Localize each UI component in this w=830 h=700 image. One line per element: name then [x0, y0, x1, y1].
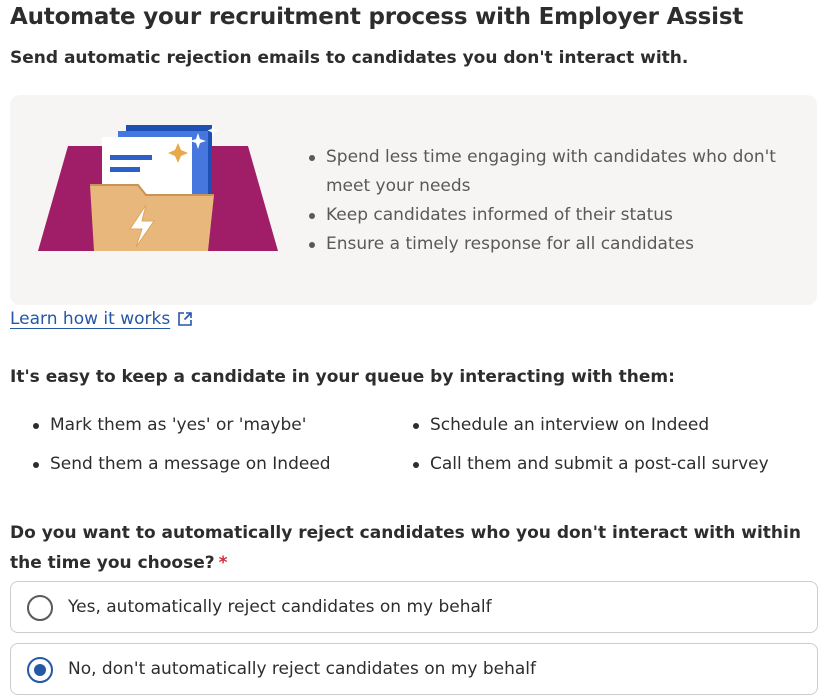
doc-line-1 — [110, 155, 152, 160]
learn-how-it-works-link[interactable]: Learn how it works — [10, 309, 193, 329]
benefit-item: Spend less time engaging with candidates… — [306, 143, 776, 201]
auto-reject-question: Do you want to automatically reject cand… — [10, 518, 810, 578]
required-marker: * — [218, 553, 228, 573]
radio-button-unselected[interactable] — [27, 595, 53, 621]
interaction-item: Call them and submit a post-call survey — [410, 454, 769, 474]
interaction-item: Schedule an interview on Indeed — [410, 415, 709, 435]
benefit-item: Keep candidates informed of their status — [306, 201, 776, 230]
learn-link-label: Learn how it works — [10, 309, 171, 329]
benefits-list: Spend less time engaging with candidates… — [306, 143, 776, 259]
option-yes-auto-reject[interactable]: Yes, automatically reject candidates on … — [10, 581, 818, 633]
page-title: Automate your recruitment process with E… — [10, 4, 744, 30]
folder-lightning-illustration — [38, 125, 278, 251]
option-label: Yes, automatically reject candidates on … — [68, 597, 492, 617]
external-link-icon — [178, 312, 193, 326]
benefit-item: Ensure a timely response for all candida… — [306, 230, 776, 259]
option-label: No, don't automatically reject candidate… — [68, 659, 537, 679]
doc-line-2 — [110, 167, 140, 172]
interaction-heading: It's easy to keep a candidate in your qu… — [10, 367, 675, 387]
radio-button-selected[interactable] — [27, 657, 53, 683]
interaction-item: Mark them as 'yes' or 'maybe' — [30, 415, 306, 435]
option-no-auto-reject[interactable]: No, don't automatically reject candidate… — [10, 643, 818, 695]
page-subtitle: Send automatic rejection emails to candi… — [10, 48, 689, 68]
interaction-item: Send them a message on Indeed — [30, 454, 331, 474]
benefits-panel: Spend less time engaging with candidates… — [10, 95, 817, 305]
question-label: Do you want to automatically reject cand… — [10, 523, 801, 573]
